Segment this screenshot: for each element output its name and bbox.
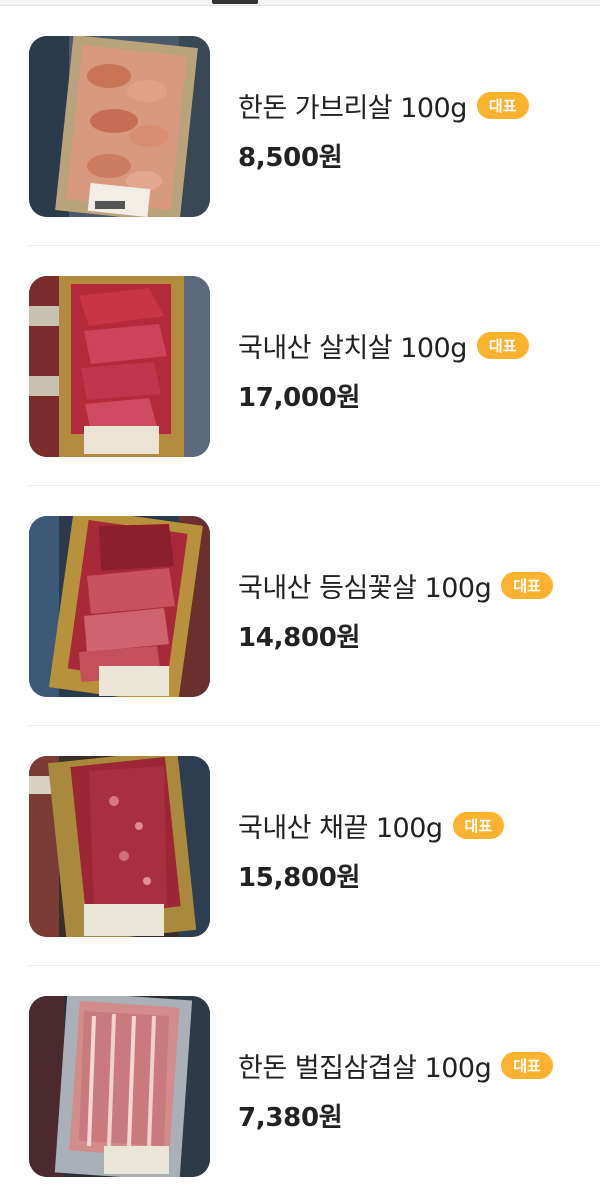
menu-list: 한돈 가브리살 100g 대표 8,500원 국내산 살치살 100g 대표 1… [0, 6, 600, 1185]
menu-item-price: 14,800원 [238, 623, 361, 653]
honeycomb-pork-belly-tray-photo [29, 996, 210, 1177]
signature-badge: 대표 [501, 572, 553, 599]
beef-sirloin-tray-photo [29, 516, 210, 697]
signature-badge: 대표 [476, 92, 529, 119]
beef-striploin-tray-photo [29, 756, 210, 937]
menu-item[interactable]: 국내산 등심꽃살 100g 대표 14,800원 [0, 486, 600, 726]
pork-jowl-tray-photo [29, 36, 210, 217]
menu-item-photo [29, 996, 210, 1177]
menu-item-price: 7,380원 [238, 1103, 343, 1133]
menu-item[interactable]: 한돈 가브리살 100g 대표 8,500원 [0, 6, 600, 246]
beef-chuck-flap-tray-photo [29, 276, 210, 457]
menu-item-price: 8,500원 [238, 143, 343, 173]
menu-item-price: 17,000원 [238, 383, 361, 413]
menu-item-photo [29, 276, 210, 457]
menu-item-photo [29, 756, 210, 937]
signature-badge: 대표 [452, 812, 505, 839]
menu-item-name: 국내산 살치살 100g [238, 333, 467, 364]
active-tab-indicator [212, 0, 258, 4]
menu-item-name: 국내산 등심꽃살 100g [238, 573, 492, 604]
signature-badge: 대표 [501, 1052, 553, 1079]
menu-item-name: 한돈 가브리살 100g [238, 93, 467, 124]
menu-item[interactable]: 국내산 채끝 100g 대표 15,800원 [0, 726, 600, 966]
menu-item-name: 한돈 벌집삼겹살 100g [238, 1053, 492, 1084]
menu-item[interactable]: 국내산 살치살 100g 대표 17,000원 [0, 246, 600, 486]
menu-item[interactable]: 한돈 벌집삼겹살 100g 대표 7,380원 [0, 966, 600, 1185]
menu-item-photo [29, 36, 210, 217]
menu-item-price: 15,800원 [238, 863, 361, 893]
menu-item-name: 국내산 채끝 100g [238, 813, 443, 844]
signature-badge: 대표 [476, 332, 529, 359]
menu-item-photo [29, 516, 210, 697]
